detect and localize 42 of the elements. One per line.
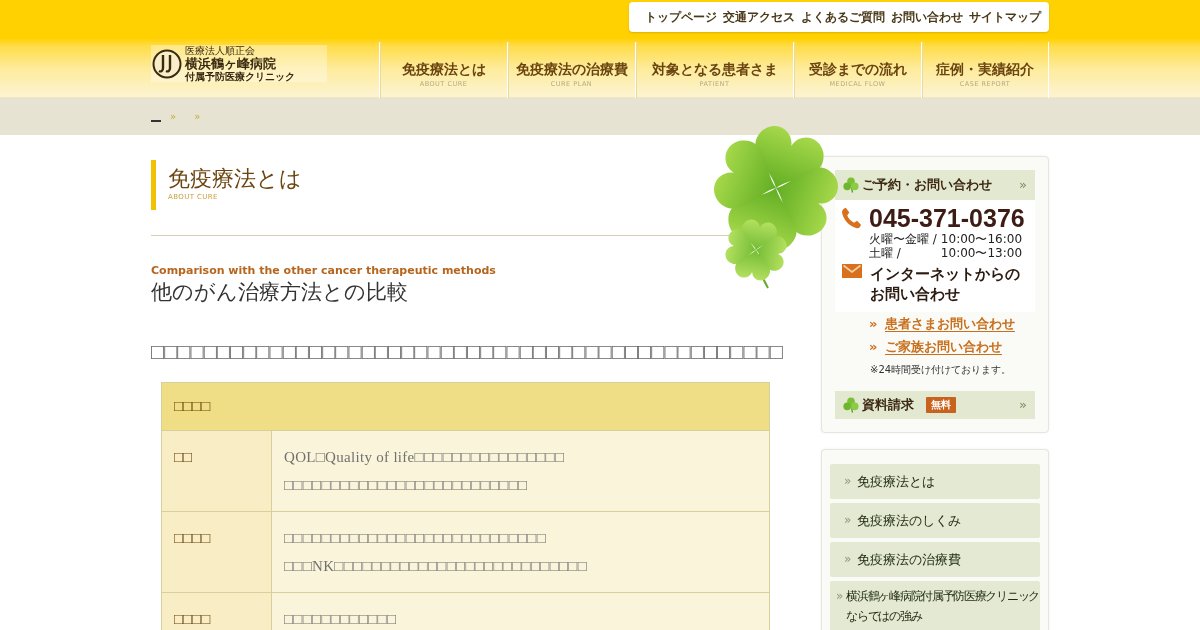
contact-header-link[interactable]: ご予約・お問い合わせ » (835, 170, 1035, 200)
clover-icon (843, 177, 859, 193)
opening-days: 火曜〜金曜 / (869, 233, 937, 247)
opening-days: 土曜 / (869, 246, 937, 260)
mail-icon (842, 264, 862, 278)
side-menu-link[interactable]: » 免疫療法の治療費 (830, 542, 1040, 577)
table-label-cell: □□□□ (161, 511, 272, 593)
materials-request-link[interactable]: 資料請求 無料 » (835, 391, 1035, 419)
breadcrumb-separator: » (169, 110, 178, 124)
phone-number: 045-371-0376 (869, 203, 1025, 233)
table-header-cell: □□□□ (161, 382, 770, 431)
table-label-cell: □□□□ (161, 592, 272, 630)
table-cell: QOL□Quality of life□□□□□□□□□□□□□□□□ □□□□□□□□□□□□□□□□□□□□□□□□□□ (271, 430, 770, 512)
internet-inquiry-heading: インターネットからの お問い合わせ (870, 264, 1020, 304)
section-paragraph: □□□□□□□□□□□□□□□□□□□□□□□□□□□□□□□□□□□□□□□□□□□□□□□□ (151, 342, 783, 362)
logo-hospital-name: 横浜鶴ヶ峰病院 (185, 56, 277, 71)
inquiry-link[interactable]: » ご家族お問い合わせ (869, 335, 1002, 358)
breadcrumb-separator: » (193, 110, 202, 124)
free-tag: 無料 (926, 397, 956, 413)
utility-link[interactable]: サイトマップ (966, 8, 1044, 26)
reception-note: ※24時間受け付けております。 (870, 363, 1012, 377)
utility-link[interactable]: よくあるご質問 (798, 8, 888, 26)
opening-hours: 10:00〜13:00 (940, 246, 1023, 260)
side-menu-link[interactable]: » 免疫療法のしくみ (830, 503, 1040, 538)
table-cell: □□□□□□□□□□□□ (271, 592, 770, 630)
logo-corporation-name: 医療法人順正会 (185, 45, 256, 56)
utility-link[interactable]: お問い合わせ (888, 8, 966, 26)
utility-link[interactable]: トップページ (642, 8, 720, 26)
opening-hours: 10:00〜16:00 (940, 233, 1023, 247)
side-menu-link[interactable]: » 免疫療法とは (830, 464, 1040, 499)
side-menu-link[interactable]: » 横浜鶴ヶ峰病院付属予防医療クリニック ならではの強み (830, 581, 1040, 630)
inquiry-link[interactable]: » 患者さまお問い合わせ (869, 312, 1015, 335)
table-label-cell: □□ (161, 430, 272, 512)
utility-link[interactable]: 交通アクセス (720, 8, 798, 26)
section-english-subtitle: Comparison with the other cancer therapeutic methods (151, 264, 496, 278)
clover-icon (843, 397, 859, 413)
phone-icon (841, 207, 861, 229)
section-title: 他のがん治療方法との比較 (151, 279, 408, 306)
page-title: 免疫療法とは (168, 165, 302, 193)
table-cell: □□□□□□□□□□□□□□□□□□□□□□□□□□□□ □□□NK□□□□□□□□□□□□□□□□□□□□□□□□□□□ (271, 511, 770, 593)
logo-emblem-icon (152, 48, 182, 79)
logo-clinic-name: 付属予防医療クリニック (185, 71, 295, 82)
